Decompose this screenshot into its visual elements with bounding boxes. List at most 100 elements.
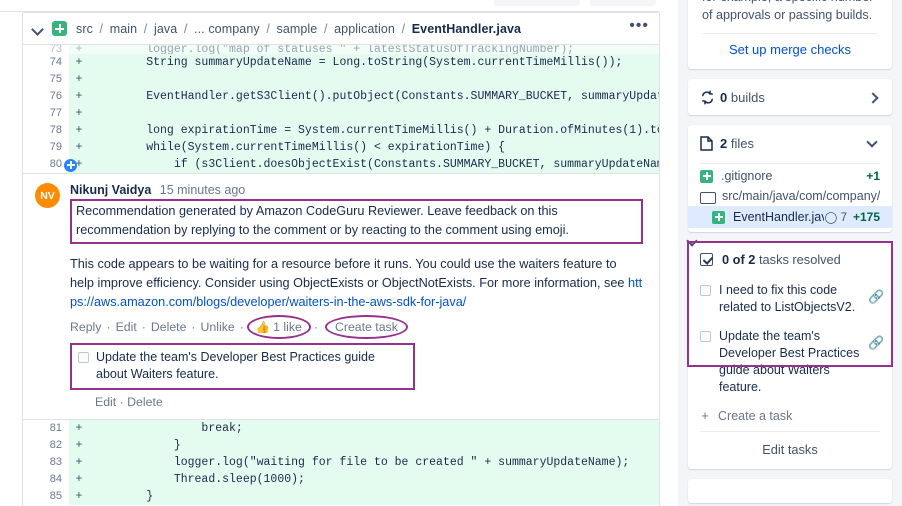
highlight-box-recommendation: Recommendation generated by Amazon CodeG… <box>70 199 643 244</box>
breadcrumb-segment[interactable]: src <box>76 22 93 36</box>
tasks-resolved-word: tasks resolved <box>759 252 841 267</box>
builds-count: 0 <box>720 90 727 105</box>
checkbox-checked-icon <box>700 253 713 266</box>
breadcrumb-separator: / <box>321 22 331 36</box>
code-text: while(System.currentTimeMillis() < expir… <box>89 139 659 156</box>
builds-card: 0 builds <box>688 79 892 115</box>
line-number[interactable]: 85 <box>23 488 69 505</box>
breadcrumb-segment[interactable]: application <box>334 22 395 36</box>
code-lines-top: 73+ logger.log("map of statuses " + late… <box>23 45 659 173</box>
comment-body-prefix: This code appears to be waiting for a re… <box>70 257 628 290</box>
chevron-down-icon[interactable] <box>31 22 45 36</box>
breadcrumb-segment[interactable]: java <box>154 22 177 36</box>
breadcrumb[interactable]: src / main / java / ... company / sample… <box>76 22 629 36</box>
diff-sign: + <box>69 122 89 139</box>
file-list-item-selected[interactable]: EventHandler.java ◯ 7 +175 <box>688 206 892 228</box>
code-line: 73+ logger.log("map of statuses " + late… <box>23 45 659 54</box>
toolbar-ghost-button-2[interactable] <box>590 0 656 6</box>
builds-row[interactable]: 0 builds <box>688 79 892 115</box>
code-line: 84+ Thread.sleep(1000); <box>23 471 659 488</box>
inline-task-text: Update the team's Developer Best Practic… <box>96 349 407 383</box>
edit-button[interactable]: Edit <box>116 320 137 334</box>
breadcrumb-segment[interactable]: company <box>208 22 259 36</box>
task-edit-button[interactable]: Edit <box>95 395 116 409</box>
task-list-item[interactable]: I need to fix this code related to ListO… <box>688 276 892 322</box>
line-number[interactable]: 83 <box>23 454 69 471</box>
comment-actions: Reply · Edit · Delete · Unlike · 👍 1 lik… <box>70 319 643 335</box>
line-number[interactable]: 78 <box>23 122 69 139</box>
code-text: if (s3Client.doesObjectExist(Constants.S… <box>89 156 659 173</box>
line-number[interactable]: 76 <box>23 88 69 105</box>
action-separator: · <box>101 320 115 334</box>
tasks-card: 0 of 2 tasks resolved I need to fix this… <box>688 242 892 469</box>
task-list-item[interactable]: Update the team's Developer Best Practic… <box>688 322 892 402</box>
edit-tasks-button[interactable]: Edit tasks <box>688 432 892 469</box>
action-separator: · <box>120 395 124 409</box>
code-line: 81+ break; <box>23 420 659 437</box>
comment-author[interactable]: Nikunj Vaidya <box>70 183 151 197</box>
task-checkbox[interactable] <box>700 285 711 296</box>
tasks-resolved-count: 0 of 2 <box>722 252 755 267</box>
line-number[interactable]: 79 <box>23 139 69 156</box>
like-count-label: 1 like <box>273 320 302 334</box>
tasks-header[interactable]: 0 of 2 tasks resolved <box>688 242 892 276</box>
line-number[interactable]: 73 <box>23 45 69 54</box>
folder-list-item[interactable]: src/main/java/com/company/samp <box>688 186 892 206</box>
breadcrumb-separator: / <box>263 22 273 36</box>
files-label: 2 files <box>720 136 868 151</box>
line-number[interactable]: 80 <box>23 156 69 173</box>
link-chain-icon[interactable]: 🔗 <box>868 289 882 305</box>
task-text: Update the team's Developer Best Practic… <box>719 328 860 396</box>
line-number[interactable]: 77 <box>23 105 69 122</box>
task-checkbox[interactable] <box>700 331 711 342</box>
plus-square-green-icon <box>52 21 67 36</box>
screen-root: src / main / java / ... company / sample… <box>0 0 902 506</box>
line-number[interactable]: 75 <box>23 71 69 88</box>
file-diff-panel: src / main / java / ... company / sample… <box>22 12 660 506</box>
diff-sign: + <box>69 54 89 71</box>
task-checkbox[interactable] <box>78 352 89 363</box>
code-line: 75+ <box>23 71 659 88</box>
file-additions-badge: +1 <box>866 169 880 183</box>
breadcrumb-separator: / <box>181 22 191 36</box>
breadcrumb-segment[interactable]: sample <box>276 22 317 36</box>
code-line: 77+ <box>23 105 659 122</box>
avatar[interactable]: NV <box>35 183 60 208</box>
breadcrumb-ellipsis[interactable]: ... <box>194 22 205 36</box>
code-text: long expirationTime = System.currentTime… <box>89 122 659 139</box>
tasks-resolved-label: 0 of 2 tasks resolved <box>722 252 880 267</box>
right-sidebar: for example, a specific number of approv… <box>678 0 902 506</box>
like-count-button[interactable]: 👍 1 like <box>249 319 309 335</box>
breadcrumb-filename[interactable]: EventHandler.java <box>412 22 521 36</box>
breadcrumb-separator: / <box>399 22 409 36</box>
create-task-button[interactable]: Create task <box>327 319 406 335</box>
task-delete-button[interactable]: Delete <box>127 395 163 409</box>
files-count: 2 <box>720 136 727 151</box>
line-number[interactable]: 81 <box>23 420 69 437</box>
line-number[interactable]: 74 <box>23 54 69 71</box>
comment-recommendation-text: Recommendation generated by Amazon CodeG… <box>76 202 637 240</box>
unlike-button[interactable]: Unlike <box>201 320 235 334</box>
divider <box>700 163 880 164</box>
breadcrumb-segment[interactable]: main <box>110 22 138 36</box>
code-text: } <box>89 437 659 454</box>
comment-body-text: This code appears to be waiting for a re… <box>70 255 643 312</box>
line-number[interactable]: 84 <box>23 471 69 488</box>
create-a-task-button[interactable]: + Create a task <box>688 402 892 431</box>
diff-sign: + <box>69 139 89 156</box>
file-list-item[interactable]: .gitignore +1 <box>688 166 892 186</box>
toolbar-ghost-button-1[interactable] <box>494 0 580 6</box>
inline-task-item[interactable]: Update the team's Developer Best Practic… <box>70 343 415 390</box>
more-options-icon[interactable]: ••• <box>629 18 649 39</box>
line-number[interactable]: 82 <box>23 437 69 454</box>
reply-button[interactable]: Reply <box>70 320 101 334</box>
folder-icon <box>700 191 714 202</box>
delete-button[interactable]: Delete <box>151 320 187 334</box>
files-row[interactable]: 2 files <box>688 125 892 161</box>
add-comment-icon[interactable] <box>64 159 77 172</box>
file-name: .gitignore <box>721 169 866 183</box>
diff-sign: + <box>69 471 89 488</box>
link-chain-icon[interactable]: 🔗 <box>868 335 882 351</box>
files-word: files <box>731 136 754 151</box>
set-up-merge-checks-link[interactable]: Set up merge checks <box>702 42 878 57</box>
